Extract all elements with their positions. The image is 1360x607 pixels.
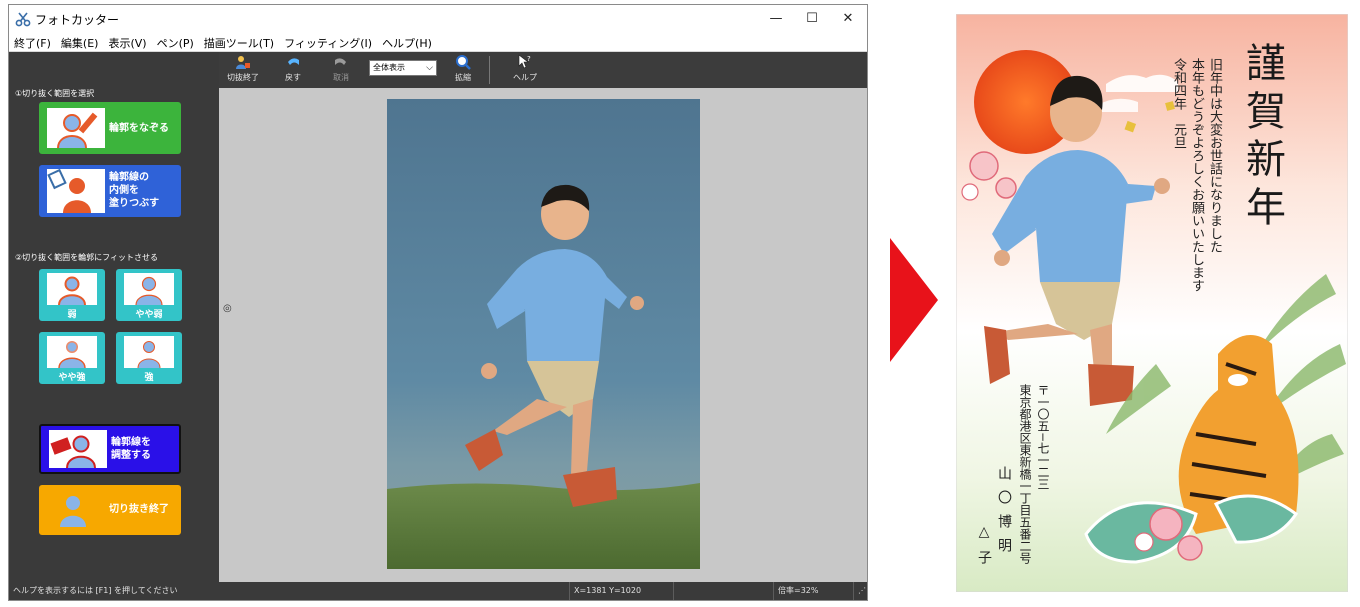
title-bar: フォトカッター — ☐ ✕ (9, 5, 867, 32)
person-icon (60, 496, 86, 527)
help-cursor-icon: ? (518, 54, 531, 69)
person-outline-icon (135, 276, 163, 306)
menu-bar: 終了(F) 編集(E) 表示(V) ペン(P) 描画ツール(T) フィッティング… (9, 32, 867, 52)
message-line-1: 旧年中は大変お世話になりました (1207, 58, 1222, 253)
status-empty (673, 582, 773, 600)
message-line-3: 令和四年 元旦 (1171, 58, 1186, 149)
app-window: フォトカッター — ☐ ✕ 終了(F) 編集(E) 表示(V) ペン(P) 描画… (8, 4, 868, 601)
menu-draw-tools[interactable]: 描画ツール(T) (199, 32, 279, 51)
menu-pen[interactable]: ペン(P) (152, 32, 199, 51)
undo-arrow-icon (288, 58, 299, 65)
fit-slightly-weak-button[interactable]: やや弱 (116, 269, 182, 321)
greeting-title: 謹賀新年 (1239, 42, 1285, 234)
zoom-mode-select[interactable]: 全体表示 ⌵ (369, 60, 437, 76)
window-title: フォトカッター (35, 13, 120, 27)
menu-help[interactable]: ヘルプ(H) (377, 32, 437, 51)
paint-bucket-icon (47, 168, 91, 213)
trace-pen-icon (57, 112, 98, 149)
cursor-crosshair-icon: ◎ (223, 303, 232, 314)
menu-file[interactable]: 終了(F) (9, 32, 56, 51)
person-outline-icon (137, 341, 161, 369)
chevron-down-icon: ⌵ (426, 63, 433, 73)
redo-tool-button[interactable]: 取消 (321, 54, 361, 86)
maximize-button[interactable]: ☐ (797, 8, 827, 28)
photo-running-boy (387, 99, 700, 569)
fit-weak-button[interactable]: 弱 (39, 269, 105, 321)
toolbar-separator (489, 56, 490, 84)
fit-slightly-strong-button[interactable]: やや強 (39, 332, 105, 384)
resize-grip-icon[interactable]: ⋰ (853, 582, 867, 600)
status-bar: ヘルプを表示するには [F1] を押してください X=1381 Y=1020 倍… (9, 582, 867, 600)
outline-adjust-icon (50, 435, 96, 469)
status-help-hint: ヘルプを表示するには [F1] を押してください (13, 586, 178, 595)
finish-crop-tool-button[interactable]: 切抜終了 (223, 54, 263, 86)
person-outline-icon (58, 341, 86, 369)
red-arrow-icon (890, 238, 938, 362)
toolbar: 切抜終了 戻す 取消 全体表示 ⌵ 拡縮 ? ヘルプ (219, 52, 867, 88)
help-tool-button[interactable]: ? ヘルプ (505, 54, 545, 86)
section-select-range-label: ①切り抜く範囲を選択 (15, 89, 95, 98)
section-fit-range-label: ②切り抜く範囲を輪郭にフィットさせる (15, 253, 159, 262)
sender-name-2: △子 (976, 524, 992, 574)
postal-code: 〒一〇五−七一二三 (1036, 384, 1050, 491)
finish-crop-button[interactable]: 切り抜き終了 (39, 485, 181, 535)
minimize-button[interactable]: — (761, 8, 791, 28)
message-line-2: 本年もどうぞよろしくお願いいたします (1189, 58, 1204, 292)
tool-panel: ①切り抜く範囲を選択 輪郭をなぞる 輪郭線の 内側を 塗りつぶす ②切り抜く範囲… (9, 52, 219, 582)
magnifier-icon (456, 55, 471, 70)
new-year-card: 謹賀新年 旧年中は大変お世話になりました 本年もどうぞよろしくお願いいたします … (956, 14, 1348, 592)
adjust-outline-button[interactable]: 輪郭線を 調整する (39, 424, 181, 474)
trace-outline-button[interactable]: 輪郭をなぞる (39, 102, 181, 154)
close-button[interactable]: ✕ (833, 8, 863, 28)
fill-inside-button[interactable]: 輪郭線の 内側を 塗りつぶす (39, 165, 181, 217)
svg-text:?: ? (527, 55, 531, 63)
undo-tool-button[interactable]: 戻す (273, 54, 313, 86)
card-illustration (956, 14, 1348, 592)
menu-fitting[interactable]: フィッティング(I) (279, 32, 377, 51)
image-canvas[interactable]: ◎ (219, 88, 867, 582)
fit-strong-button[interactable]: 強 (116, 332, 182, 384)
zoom-tool-button[interactable]: 拡縮 (443, 54, 483, 86)
menu-edit[interactable]: 編集(E) (56, 32, 104, 51)
person-crop-icon (236, 56, 250, 69)
status-coordinates: X=1381 Y=1020 (569, 582, 673, 600)
status-zoom: 倍率=32% (773, 582, 853, 600)
scissors-icon (15, 12, 31, 27)
menu-view[interactable]: 表示(V) (103, 32, 151, 51)
address: 東京都港区東新橋一丁目五番二号 (1018, 384, 1032, 564)
redo-arrow-icon (335, 58, 346, 65)
sender-name-1: 山〇博明 (996, 466, 1012, 562)
person-outline-icon (58, 276, 86, 306)
